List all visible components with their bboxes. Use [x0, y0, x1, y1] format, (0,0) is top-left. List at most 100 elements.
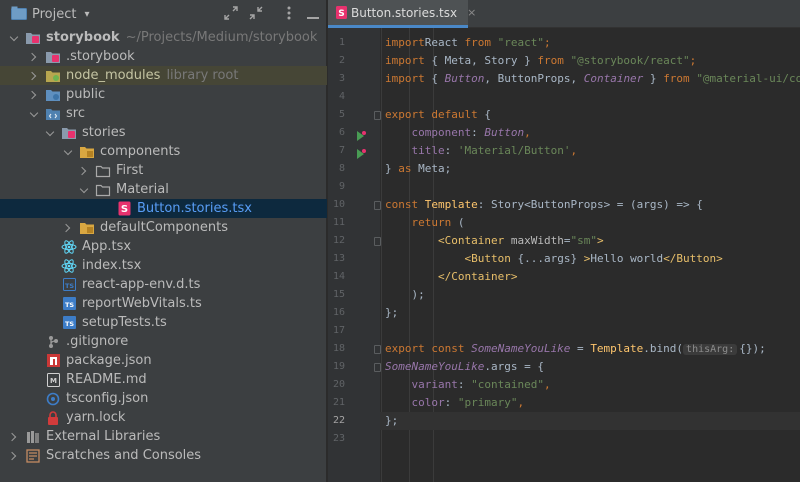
chevron-right-icon[interactable]	[62, 222, 74, 234]
code-line[interactable]: const Template: Story<ButtonProps> = (ar…	[380, 196, 800, 214]
typescript-config-icon	[45, 391, 61, 407]
code-area[interactable]: importReact from "react"; import { Meta, …	[380, 28, 800, 482]
tree-item-public[interactable]: public	[0, 85, 327, 104]
tree-item-button-stories[interactable]: S Button.stories.tsx	[0, 199, 327, 218]
code-line[interactable]: title: 'Material/Button',	[380, 142, 800, 160]
code-token: title	[411, 144, 445, 157]
tree-item-label: src	[66, 106, 85, 121]
tree-item-package-json[interactable]: package.json	[0, 351, 327, 370]
editor-tab-bar: S Button.stories.tsx ×	[328, 0, 800, 28]
code-line[interactable]: color: "primary",	[380, 394, 800, 412]
code-line[interactable]: import { Button, ButtonProps, Container …	[380, 70, 800, 88]
code-line[interactable]	[380, 88, 800, 106]
tree-item-first[interactable]: First	[0, 161, 327, 180]
code-line[interactable]: export default {	[380, 106, 800, 124]
code-line[interactable]: component: Button,	[380, 124, 800, 142]
code-line[interactable]	[380, 430, 800, 448]
code-line[interactable]: variant: "contained",	[380, 376, 800, 394]
tree-item-yarn-lock[interactable]: yarn.lock	[0, 408, 327, 427]
code-token: {});	[739, 342, 766, 355]
tree-item-label: External Libraries	[46, 429, 161, 444]
code-line[interactable]: importReact from "react";	[380, 34, 800, 52]
code-token: export const	[385, 342, 472, 355]
chevron-right-icon[interactable]	[28, 51, 40, 63]
tree-item-gitignore[interactable]: .gitignore	[0, 332, 327, 351]
project-view-selector[interactable]: Project ▾	[11, 5, 90, 24]
chevron-right-icon[interactable]	[78, 165, 90, 177]
chevron-right-icon[interactable]	[8, 431, 20, 443]
chevron-right-icon[interactable]	[28, 70, 40, 82]
code-line[interactable]: return (	[380, 214, 800, 232]
code-line[interactable]: };	[380, 412, 800, 430]
line-number: 23	[332, 433, 345, 444]
line-number: 10	[332, 199, 345, 210]
tree-item-stories[interactable]: stories	[0, 123, 327, 142]
chevron-right-icon[interactable]	[28, 89, 40, 101]
code-token: );	[411, 288, 425, 301]
tree-item-scratches[interactable]: Scratches and Consoles	[0, 446, 327, 465]
more-icon	[287, 5, 291, 24]
code-line[interactable]	[380, 322, 800, 340]
code-line[interactable]: );	[380, 286, 800, 304]
folder-icon	[79, 220, 95, 236]
line-number: 13	[332, 253, 345, 264]
tree-item-dot-storybook[interactable]: .storybook	[0, 47, 327, 66]
tree-item-storybook[interactable]: storybook ~/Projects/Medium/storybook	[0, 28, 327, 47]
code-line[interactable]: import { Meta, Story } from "@storybook/…	[380, 52, 800, 70]
tree-item-report-web-vitals[interactable]: TS reportWebVitals.ts	[0, 294, 327, 313]
react-icon	[61, 239, 77, 255]
run-story-icon[interactable]	[355, 127, 367, 141]
tree-item-app-tsx[interactable]: App.tsx	[0, 237, 327, 256]
line-number: 1	[338, 37, 345, 48]
tree-item-label: react-app-env.d.ts	[82, 277, 201, 292]
code-line[interactable]	[380, 178, 800, 196]
line-number: 20	[332, 379, 345, 390]
tree-item-external-libraries[interactable]: External Libraries	[0, 427, 327, 446]
collapse-all-button[interactable]	[248, 6, 264, 22]
line-number: 16	[332, 307, 345, 318]
code-line[interactable]: <Button {...args} >Hello world</Button>	[380, 250, 800, 268]
tree-item-setup-tests[interactable]: TS setupTests.ts	[0, 313, 327, 332]
line-number: 8	[338, 163, 345, 174]
tree-item-react-app-env[interactable]: TS react-app-env.d.ts	[0, 275, 327, 294]
chevron-down-icon[interactable]	[44, 127, 56, 139]
tree-item-tsconfig[interactable]: tsconfig.json	[0, 389, 327, 408]
close-icon[interactable]: ×	[467, 6, 476, 19]
code-token: };	[385, 414, 399, 427]
code-line[interactable]: };	[380, 304, 800, 322]
chevron-down-icon[interactable]	[62, 146, 74, 158]
code-token: :	[471, 126, 485, 139]
code-token: "primary"	[457, 396, 518, 409]
tree-item-material[interactable]: Material	[0, 180, 327, 199]
tree-item-index-tsx[interactable]: index.tsx	[0, 256, 327, 275]
line-number: 12	[332, 235, 345, 246]
code-token: Meta;	[418, 162, 452, 175]
chevron-down-icon[interactable]	[8, 32, 20, 44]
code-line[interactable]: export const SomeNameYouLike = Template.…	[380, 340, 800, 358]
tree-item-src[interactable]: src	[0, 104, 327, 123]
hide-panel-button[interactable]	[305, 6, 321, 22]
code-token: import	[385, 36, 425, 49]
source-folder-icon	[45, 106, 61, 122]
code-line[interactable]: </Container>	[380, 268, 800, 286]
svg-text:TS: TS	[64, 282, 73, 290]
chevron-down-icon[interactable]	[78, 184, 90, 196]
tab-button-stories-tsx[interactable]: S Button.stories.tsx ×	[328, 0, 476, 28]
tree-item-components[interactable]: components	[0, 142, 327, 161]
project-panel-title: Project	[32, 6, 77, 22]
expand-all-button[interactable]	[223, 5, 239, 22]
chevron-down-icon[interactable]	[28, 108, 40, 120]
run-story-icon[interactable]	[355, 145, 367, 159]
options-button[interactable]	[281, 6, 297, 22]
tree-item-readme[interactable]: M README.md	[0, 370, 327, 389]
code-line[interactable]: SomeNameYouLike.args = {	[380, 358, 800, 376]
storybook-file-icon: S	[336, 6, 347, 19]
code-line[interactable]: } as Meta;	[380, 160, 800, 178]
code-token: 'Material/Button'	[457, 144, 571, 157]
chevron-right-icon[interactable]	[8, 450, 20, 462]
tree-item-default-components[interactable]: defaultComponents	[0, 218, 327, 237]
code-line[interactable]: <Container maxWidth="sm">	[380, 232, 800, 250]
tree-item-node-modules[interactable]: node_modules library root	[0, 66, 327, 85]
